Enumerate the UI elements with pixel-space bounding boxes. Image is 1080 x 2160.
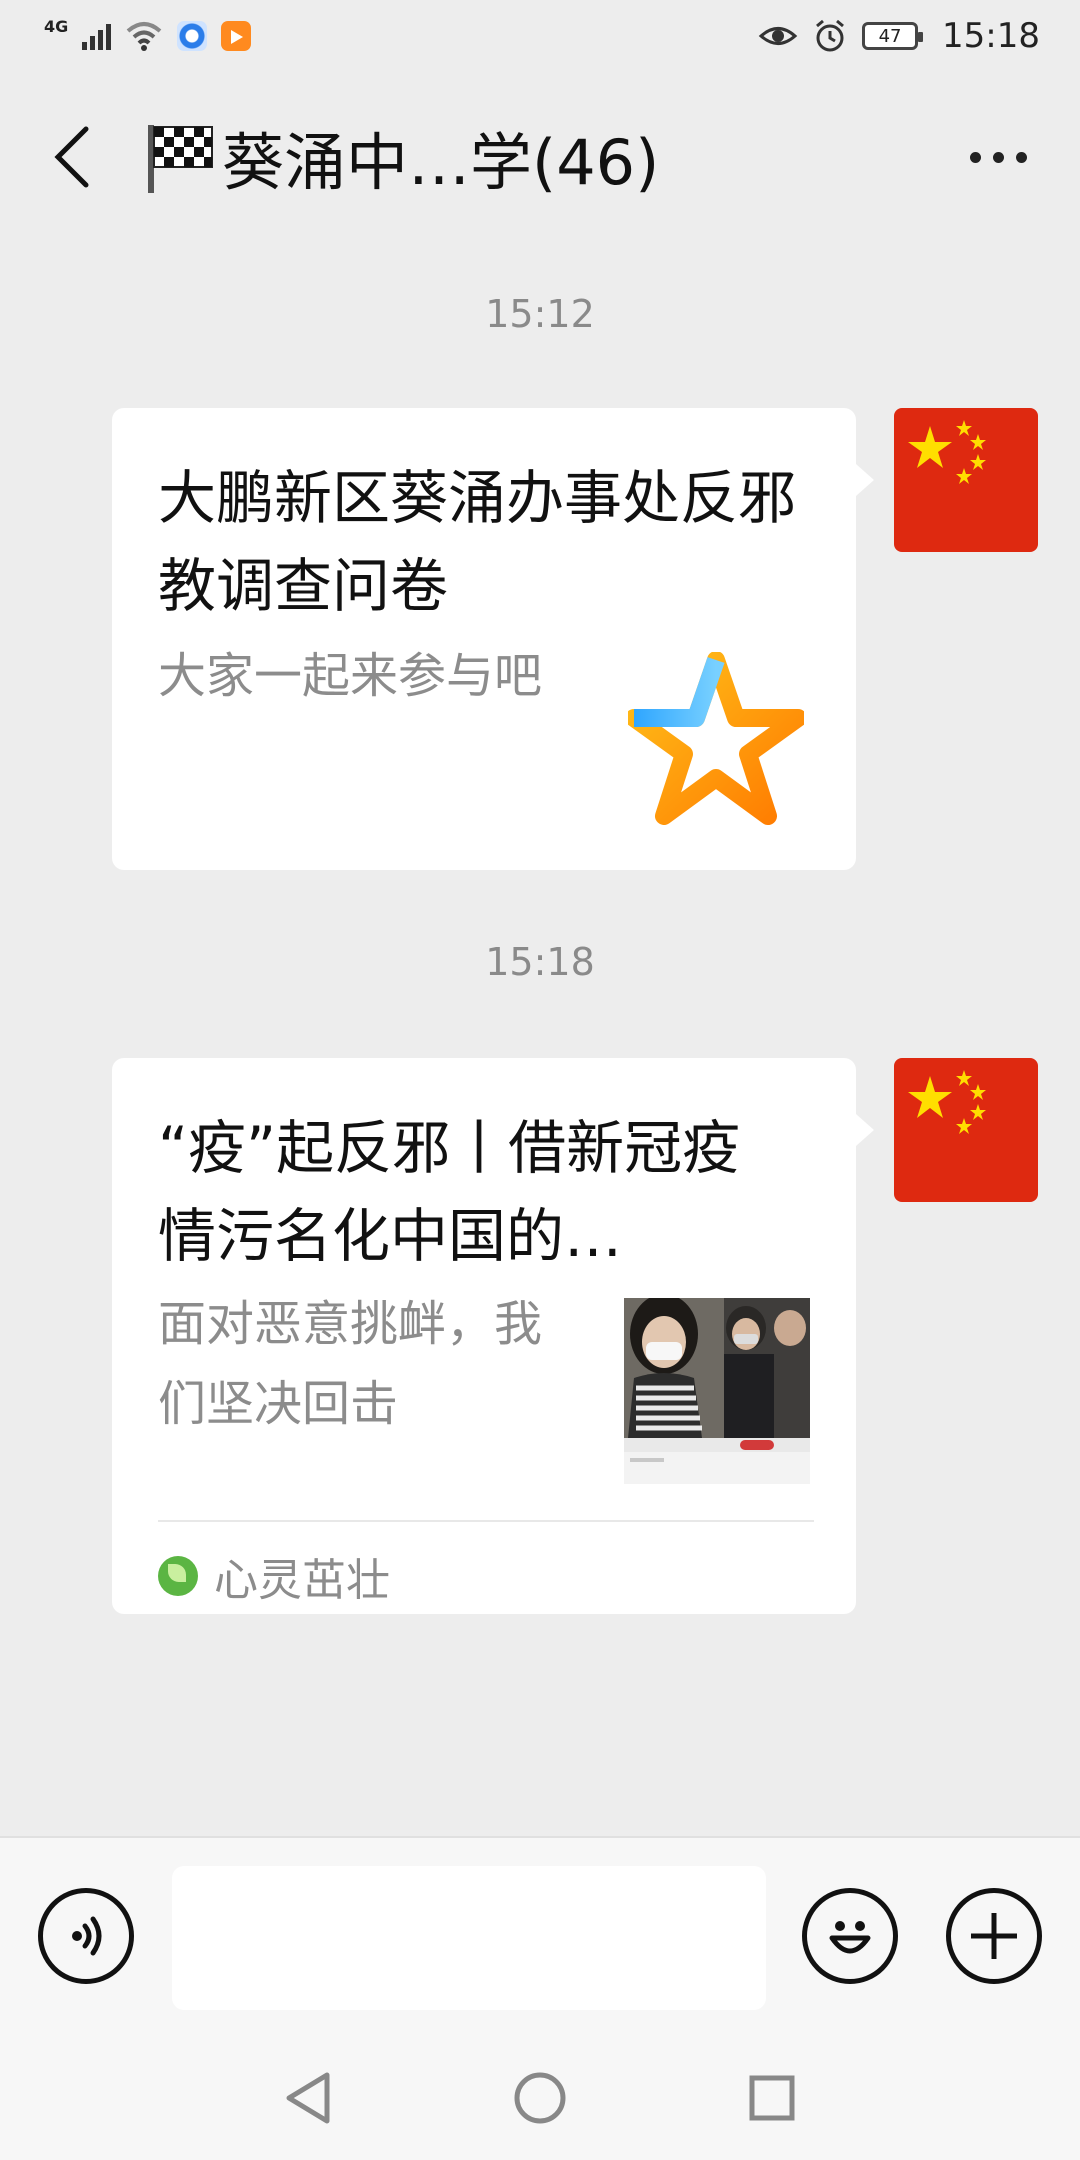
- app-icon-2: [221, 21, 252, 51]
- link-card-message[interactable]: “疫”起反邪丨借新冠疫情污名化中国的… 面对恶意挑衅，我们坚决回击 心灵茁壮: [112, 1058, 874, 1614]
- status-bar: 4G 47 15:18: [0, 0, 1080, 72]
- nav-home-button[interactable]: [510, 2068, 570, 2128]
- avatar[interactable]: [894, 1058, 1038, 1202]
- card-description: 面对恶意挑衅，我们坚决回击: [158, 1296, 543, 1432]
- china-flag-avatar-icon: [908, 1070, 986, 1134]
- app-icon-1: [177, 21, 208, 51]
- source-logo-icon: [158, 1556, 198, 1596]
- source-name: 心灵茁壮: [214, 1555, 390, 1606]
- message-timestamp: 15:18: [485, 940, 595, 984]
- emoji-icon: [829, 1921, 871, 1954]
- input-bar: [0, 1836, 1080, 2036]
- signal-icon: [82, 22, 112, 50]
- card-title: 大鹏新区葵涌办事处反邪教调查问卷: [158, 464, 797, 620]
- voice-button[interactable]: [38, 1888, 134, 1984]
- plus-button[interactable]: [946, 1888, 1042, 1984]
- checkered-flag-icon: [148, 125, 213, 193]
- chat-header: 葵涌中…学(46): [0, 72, 1080, 242]
- voice-icon: [72, 1916, 102, 1956]
- nav-back-icon: [286, 2072, 330, 2124]
- card-title: “疫”起反邪丨借新冠疫情污名化中国的…: [158, 1114, 741, 1270]
- battery-icon: 47: [862, 22, 924, 50]
- avatar[interactable]: [894, 408, 1038, 552]
- nav-back-button[interactable]: [278, 2068, 338, 2128]
- navigation-bar: [0, 2036, 1080, 2160]
- china-flag-avatar-icon: [908, 420, 986, 484]
- status-time: 15:18: [942, 16, 1040, 56]
- alarm-icon: [816, 19, 844, 52]
- nav-home-icon: [514, 2072, 566, 2124]
- chat-title-text: 葵涌中…学(46): [222, 126, 660, 199]
- message-input[interactable]: [172, 1866, 766, 2010]
- back-button[interactable]: [32, 97, 112, 217]
- star-logo-icon: [628, 652, 804, 825]
- battery-level: 47: [878, 25, 902, 47]
- eye-icon: [758, 27, 798, 45]
- status-bar-right: 47 15:18: [758, 16, 1040, 56]
- status-bar-left: 4G: [44, 17, 252, 51]
- back-icon: [54, 126, 89, 188]
- more-icon: [969, 151, 1027, 163]
- nav-recents-icon: [749, 2075, 795, 2121]
- more-button[interactable]: [948, 97, 1048, 217]
- news-photo: [624, 1298, 810, 1484]
- card-source: 心灵茁壮: [158, 1520, 814, 1608]
- wifi-icon: [126, 22, 162, 51]
- chat-title[interactable]: 葵涌中…学(46): [144, 112, 948, 202]
- link-card-message[interactable]: 大鹏新区葵涌办事处反邪教调查问卷 大家一起来参与吧: [112, 408, 874, 870]
- emoji-button[interactable]: [802, 1888, 898, 1984]
- nav-recents-button[interactable]: [742, 2068, 802, 2128]
- plus-icon: [971, 1913, 1017, 1959]
- message-timestamp: 15:12: [485, 292, 595, 336]
- network-type: 4G: [44, 16, 69, 36]
- card-description: 大家一起来参与吧: [158, 648, 543, 704]
